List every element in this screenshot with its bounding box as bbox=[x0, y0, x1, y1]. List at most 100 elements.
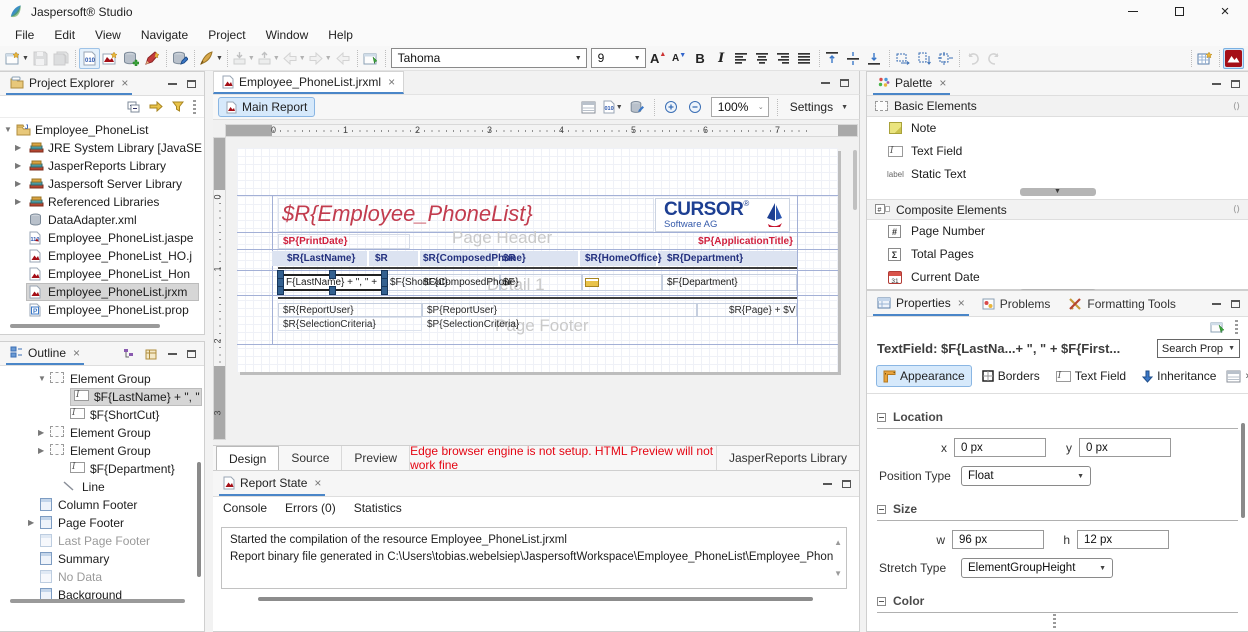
tab-source[interactable]: Source bbox=[279, 446, 342, 470]
outline-item-lastname-field[interactable]: I $F{LastName} + ", " bbox=[0, 388, 204, 406]
resize-handle[interactable] bbox=[277, 286, 284, 295]
tree-item-jasperreports-library[interactable]: ▶ JasperReports Library bbox=[0, 157, 204, 175]
stretch-type-select[interactable]: ElementGroupHeight▼ bbox=[961, 558, 1113, 578]
report-state-tab[interactable]: Report State × bbox=[219, 471, 325, 496]
outline-item-line[interactable]: Line bbox=[0, 478, 204, 496]
align-center-button[interactable] bbox=[753, 48, 774, 69]
inheritance-subtab[interactable]: Inheritance bbox=[1136, 366, 1222, 386]
palette-item-note[interactable]: Note bbox=[867, 117, 1248, 140]
tree-item-properties-file[interactable]: P Employee_PhoneList.prop bbox=[0, 301, 204, 319]
column-header-r1[interactable]: $R bbox=[375, 253, 388, 264]
resize-handle[interactable] bbox=[329, 270, 336, 279]
palette-section-composite[interactable]: # Composite Elements ⟨⟩ bbox=[867, 199, 1248, 220]
text-field-subtab[interactable]: I Text Field bbox=[1050, 366, 1132, 386]
scroll-down-pill[interactable]: ▼ bbox=[1020, 188, 1096, 196]
column-header-r2[interactable]: $R bbox=[503, 253, 516, 264]
close-icon[interactable]: × bbox=[388, 75, 395, 89]
advanced-list-icon[interactable] bbox=[1226, 370, 1241, 383]
console-subtab[interactable]: Console bbox=[223, 501, 267, 515]
outline-item-last-page-footer[interactable]: Last Page Footer bbox=[0, 532, 204, 550]
borders-subtab[interactable]: Borders bbox=[976, 366, 1046, 386]
outline-item-summary[interactable]: Summary bbox=[0, 550, 204, 568]
jasperreports-perspective-button[interactable] bbox=[1223, 48, 1244, 69]
expand-arrow-icon[interactable]: ▶ bbox=[15, 193, 21, 211]
horizontal-scrollbar[interactable] bbox=[10, 599, 185, 603]
color-section-header[interactable]: Color bbox=[877, 594, 1238, 613]
increase-font-button[interactable]: A▲ bbox=[648, 48, 669, 69]
font-size-select[interactable]: 9▼ bbox=[591, 48, 646, 68]
outline-item-element-group-3[interactable]: ▶ Element Group bbox=[0, 442, 204, 460]
minimize-view-icon[interactable] bbox=[168, 82, 177, 85]
sash-handle[interactable] bbox=[1053, 614, 1056, 628]
horizontal-scrollbar[interactable] bbox=[10, 324, 160, 328]
style-wizard-button[interactable] bbox=[142, 48, 163, 69]
reportuser-p-textfield[interactable]: $P{ReportUser} bbox=[427, 305, 497, 316]
maximize-view-icon[interactable] bbox=[842, 480, 851, 488]
palette-item-static-text[interactable]: label Static Text bbox=[867, 163, 1248, 186]
menu-view[interactable]: View bbox=[86, 26, 130, 44]
main-report-button[interactable]: Main Report bbox=[218, 97, 315, 117]
errors-subtab[interactable]: Errors (0) bbox=[285, 501, 336, 515]
statistics-subtab[interactable]: Statistics bbox=[354, 501, 402, 515]
collapse-section-icon[interactable] bbox=[877, 597, 886, 606]
maximize-view-icon[interactable] bbox=[1231, 300, 1240, 308]
tree-item-jasper-file[interactable]: 110 Employee_PhoneList.jaspe bbox=[0, 229, 204, 247]
minimize-view-icon[interactable] bbox=[168, 352, 177, 355]
close-icon[interactable]: × bbox=[73, 346, 80, 360]
undo-button[interactable] bbox=[963, 48, 984, 69]
printdate-textfield[interactable]: $P{PrintDate} bbox=[283, 236, 347, 247]
zoom-level-select[interactable]: 100%⌄ bbox=[711, 97, 769, 117]
scroll-up-icon[interactable]: ▲ bbox=[834, 534, 842, 551]
resize-handle[interactable] bbox=[329, 286, 336, 295]
outline-item-element-group-2[interactable]: ▶ Element Group bbox=[0, 424, 204, 442]
align-right-button[interactable] bbox=[774, 48, 795, 69]
view-menu-icon[interactable] bbox=[1235, 320, 1238, 334]
export-button[interactable]: ▼ bbox=[256, 48, 281, 69]
size-section-header[interactable]: Size bbox=[877, 502, 1238, 521]
collapse-all-icon[interactable] bbox=[127, 101, 140, 113]
filter-icon[interactable] bbox=[172, 101, 184, 112]
pin-section-icon[interactable]: ⟨⟩ bbox=[1233, 101, 1240, 112]
formatting-tools-tab[interactable]: Formatting Tools bbox=[1063, 297, 1181, 311]
minimize-view-icon[interactable] bbox=[823, 482, 832, 485]
menu-project[interactable]: Project bbox=[199, 26, 254, 44]
report-title-textfield[interactable]: $R{Employee_PhoneList} bbox=[282, 201, 533, 227]
zoom-out-icon[interactable] bbox=[685, 97, 706, 118]
settings-button[interactable]: Settings▼ bbox=[784, 100, 854, 114]
zoom-in-icon[interactable] bbox=[661, 97, 682, 118]
tree-item-jrxml-selected[interactable]: Employee_PhoneList.jrxm bbox=[0, 283, 204, 301]
tree-item-jaspersoft-server-library[interactable]: ▶ Jaspersoft Server Library bbox=[0, 175, 204, 193]
import-button[interactable]: ▼ bbox=[231, 48, 256, 69]
compile-010-button[interactable]: 010▼ bbox=[602, 97, 624, 118]
position-type-select[interactable]: Float▼ bbox=[961, 466, 1091, 486]
tab-design[interactable]: Design bbox=[216, 446, 279, 470]
minimize-view-icon[interactable] bbox=[1212, 82, 1221, 85]
maximize-view-icon[interactable] bbox=[840, 79, 849, 87]
expand-arrow-icon[interactable]: ▼ bbox=[4, 121, 12, 139]
width-input[interactable]: 96 px bbox=[952, 530, 1044, 549]
column-header-department[interactable]: $R{Department} bbox=[667, 253, 743, 264]
expand-arrow-icon[interactable]: ▶ bbox=[15, 157, 21, 175]
band-list-icon[interactable] bbox=[578, 97, 599, 118]
db-edit-button[interactable] bbox=[170, 48, 191, 69]
maximize-button[interactable] bbox=[1156, 0, 1202, 23]
size-height-button[interactable] bbox=[914, 48, 935, 69]
y-input[interactable]: 0 px bbox=[1079, 438, 1171, 457]
maximize-view-icon[interactable] bbox=[187, 80, 196, 88]
tree-item-dataadapter[interactable]: DataAdapter.xml bbox=[0, 211, 204, 229]
console-output[interactable]: Started the compilation of the resource … bbox=[221, 527, 847, 589]
applicationtitle-textfield[interactable]: $P{ApplicationTitle} bbox=[655, 236, 793, 247]
thumbnail-view-icon[interactable] bbox=[145, 348, 158, 360]
cursor-logo[interactable]: CURSOR® Software AG bbox=[655, 198, 790, 232]
menu-window[interactable]: Window bbox=[257, 26, 318, 44]
column-header-homeoffice[interactable]: $R{HomeOffice} bbox=[585, 253, 662, 264]
expand-arrow-icon[interactable]: ▶ bbox=[15, 175, 21, 193]
palette-tab[interactable]: Palette × bbox=[873, 72, 950, 95]
palette-item-text-field[interactable]: I Text Field bbox=[867, 140, 1248, 163]
style-pen-button[interactable]: ▼ bbox=[198, 48, 224, 69]
maximize-view-icon[interactable] bbox=[1231, 80, 1240, 88]
design-canvas[interactable]: 0 1 2 3 4 5 6 7 0 1 2 3 $R{Employee_Phon… bbox=[213, 120, 860, 445]
horizontal-scrollbar[interactable] bbox=[258, 597, 813, 601]
resize-handle[interactable] bbox=[381, 286, 388, 295]
vertical-scrollbar[interactable] bbox=[197, 462, 201, 577]
